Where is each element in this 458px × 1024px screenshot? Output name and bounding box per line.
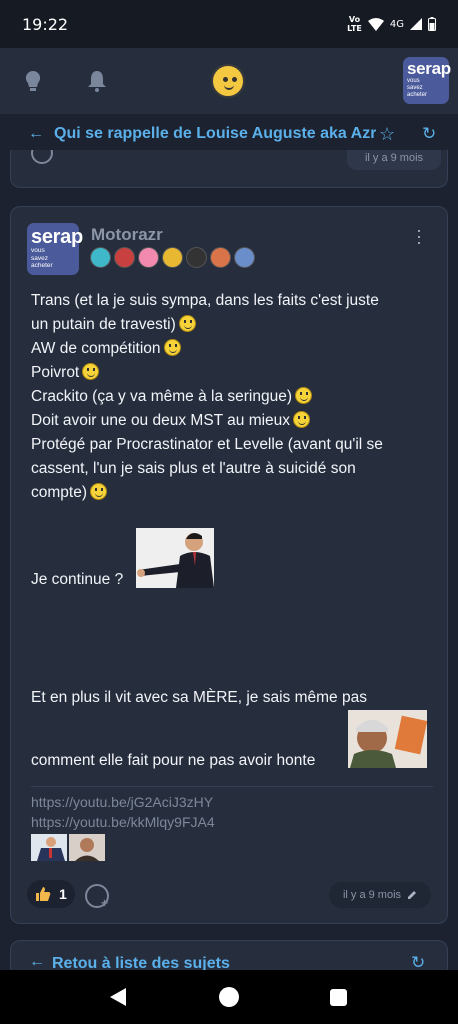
network-type: 4G bbox=[389, 18, 404, 30]
refresh-icon[interactable]: ↻ bbox=[422, 124, 436, 144]
post-date: il y a 9 mois bbox=[347, 150, 441, 170]
lightbulb-icon[interactable] bbox=[20, 68, 46, 94]
text-line: un putain de travesti) bbox=[31, 313, 431, 337]
text-line: AW de compétition bbox=[31, 337, 431, 361]
previous-post-card: il y a 9 mois bbox=[10, 150, 448, 188]
edit-icon bbox=[408, 891, 417, 899]
text-line: compte) bbox=[31, 481, 431, 505]
text-line: Protégé par Procrastinator et Levelle (a… bbox=[31, 436, 383, 453]
link-thumbnail[interactable] bbox=[31, 834, 67, 861]
back-arrow-icon[interactable]: ← bbox=[28, 125, 44, 143]
smiley-logo-icon[interactable] bbox=[211, 64, 245, 98]
badge-icon[interactable] bbox=[162, 247, 183, 268]
status-bar: 19:22 Vo LTE 4G bbox=[0, 0, 458, 48]
author-avatar[interactable]: serap vous savez acheter bbox=[27, 223, 83, 275]
nav-recents-icon[interactable] bbox=[330, 989, 347, 1006]
add-reaction-icon[interactable]: + bbox=[85, 884, 109, 910]
text-line: cassent, l'un je sais plus et l'autre à … bbox=[31, 460, 356, 477]
signal-icon bbox=[410, 18, 422, 30]
like-count: 1 bbox=[59, 886, 67, 902]
text-line: Crackito (ça y va même à la seringue) bbox=[31, 385, 431, 409]
youtube-link[interactable]: https://youtu.be/kkMlqy9FJA4 bbox=[31, 814, 215, 830]
post-card: serap vous savez acheter Motorazr · · · Tr… bbox=[10, 206, 448, 924]
sticker-image[interactable] bbox=[348, 710, 427, 768]
post-date-pill[interactable]: il y a 9 mois bbox=[329, 882, 431, 908]
badge-icon[interactable] bbox=[210, 247, 231, 268]
text-line: comment elle fait pour ne pas avoir hont… bbox=[31, 752, 316, 769]
system-icons: Vo LTE 4G bbox=[347, 15, 436, 33]
text-line: Et en plus il vit avec sa MÈRE, je sais … bbox=[31, 689, 367, 706]
nav-home-icon[interactable] bbox=[219, 987, 239, 1007]
system-nav-bar bbox=[0, 970, 458, 1024]
link-thumbnail[interactable] bbox=[69, 834, 105, 861]
sticker-image[interactable] bbox=[136, 528, 214, 588]
author-name[interactable]: Motorazr bbox=[91, 225, 163, 245]
bell-icon[interactable] bbox=[84, 68, 110, 94]
divider bbox=[31, 786, 433, 787]
nav-back-icon[interactable] bbox=[110, 988, 126, 1006]
badge-icon[interactable] bbox=[90, 247, 111, 268]
smiley-icon bbox=[178, 315, 196, 332]
clock: 19:22 bbox=[22, 14, 69, 34]
star-icon[interactable]: ☆ bbox=[379, 124, 395, 145]
text-line: Trans (et la je suis sympa, dans les fai… bbox=[31, 292, 379, 309]
battery-icon bbox=[428, 17, 436, 31]
wifi-icon bbox=[367, 17, 384, 31]
text-line: Poivrot bbox=[31, 361, 431, 385]
smiley-icon bbox=[82, 363, 100, 380]
youtube-link[interactable]: https://youtu.be/jG2AciJ3zHY bbox=[31, 794, 213, 810]
continue-text: Je continue ? bbox=[31, 571, 124, 588]
back-arrow-icon[interactable]: ← bbox=[29, 953, 45, 971]
post-body: Trans (et la je suis sympa, dans les fai… bbox=[31, 289, 431, 505]
smiley-icon bbox=[295, 387, 313, 404]
more-options-icon[interactable]: · · · bbox=[415, 221, 423, 251]
badge-icon[interactable] bbox=[138, 247, 159, 268]
smiley-icon bbox=[163, 339, 181, 356]
badge-icon[interactable] bbox=[186, 247, 207, 268]
smiley-icon bbox=[293, 411, 311, 428]
topic-header: ← Qui se rappelle de Louise Auguste aka … bbox=[10, 114, 448, 154]
badge-icon[interactable] bbox=[114, 247, 135, 268]
badge-icon[interactable] bbox=[234, 247, 255, 268]
app-bar: serap vous savez acheter bbox=[0, 48, 458, 114]
volte-indicator: Vo LTE bbox=[347, 15, 362, 33]
smiley-icon bbox=[90, 483, 107, 500]
topic-title[interactable]: Qui se rappelle de Louise Auguste aka Az… bbox=[54, 125, 376, 143]
add-reaction-icon[interactable] bbox=[31, 150, 55, 168]
badge-list bbox=[90, 247, 255, 268]
post-date: il y a 9 mois bbox=[342, 889, 402, 901]
thumbs-up-icon bbox=[36, 887, 51, 901]
text-line: Doit avoir une ou deux MST au mieux bbox=[31, 409, 431, 433]
like-button[interactable]: 1 bbox=[27, 880, 75, 908]
profile-avatar[interactable]: serap vous savez acheter bbox=[403, 57, 451, 104]
